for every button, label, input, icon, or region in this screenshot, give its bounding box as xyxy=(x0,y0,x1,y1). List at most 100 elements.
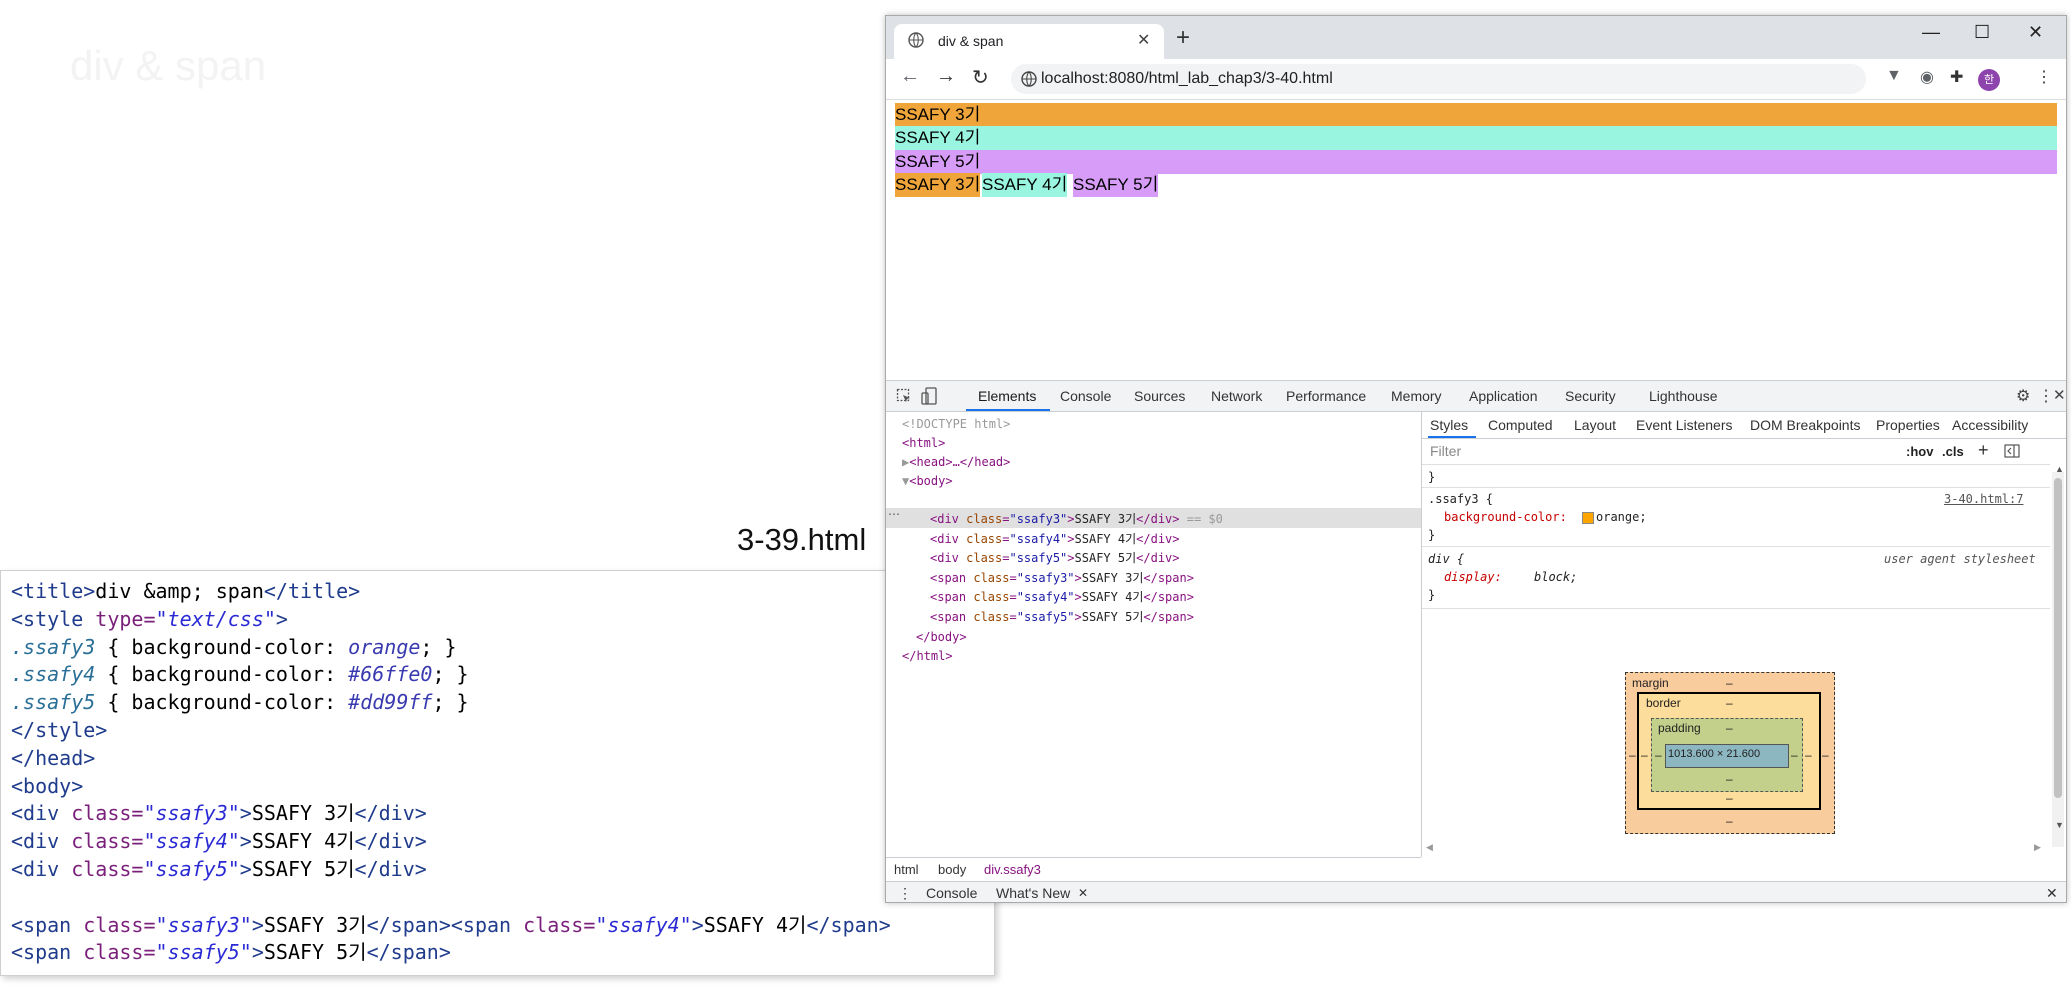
rule-ssafy3-selector[interactable]: .ssafy3 { xyxy=(1428,492,1493,506)
div-block-3: SSAFY 3기 xyxy=(895,103,2057,127)
rule-close-brace: } xyxy=(1428,470,1436,484)
padding-bottom-value: – xyxy=(1726,772,1733,786)
new-rule-button[interactable]: + xyxy=(1978,440,1989,461)
styles-tab-bar: Styles Computed Layout Event Listeners DOM B… xyxy=(1422,412,2066,439)
code-line: </head> xyxy=(11,745,96,770)
drawer-tab-console[interactable]: Console xyxy=(926,885,977,901)
profile-avatar[interactable]: 한 xyxy=(1978,69,2000,91)
styles-tab-accessibility[interactable]: Accessibility xyxy=(1952,417,2028,433)
devtools-menu-icon[interactable]: ⋮ xyxy=(2038,386,2054,406)
close-drawer-icon[interactable]: ✕ xyxy=(2046,885,2058,902)
class-toggle[interactable]: .cls xyxy=(1942,444,1964,459)
breadcrumb-div-ssafy3[interactable]: div.ssafy3 xyxy=(984,862,1041,877)
tab-security[interactable]: Security xyxy=(1565,388,1616,404)
styles-tab-dom-breakpoints[interactable]: DOM Breakpoints xyxy=(1750,417,1860,433)
rule-ssafy3-property[interactable]: background-color: xyxy=(1444,510,1567,524)
styles-tab-layout[interactable]: Layout xyxy=(1574,417,1616,433)
color-swatch-icon[interactable] xyxy=(1582,512,1594,524)
scroll-left-icon[interactable]: ◀ xyxy=(1426,842,1433,853)
scroll-up-icon[interactable]: ▲ xyxy=(2055,464,2064,474)
puzzle-icon[interactable]: ✚ xyxy=(1950,67,1963,87)
code-line: <style type="text/css"> xyxy=(11,606,288,631)
slide-file-label: 3-39.html xyxy=(737,522,867,557)
styles-filter-input[interactable]: Filter xyxy=(1430,443,1461,459)
tab-application[interactable]: Application xyxy=(1469,388,1538,404)
code-line: <div class="ssafy3">SSAFY 3기</div> xyxy=(11,801,427,826)
styles-tab-computed[interactable]: Computed xyxy=(1488,417,1553,433)
drawer-menu-icon[interactable]: ⋮ xyxy=(898,885,912,902)
rule-div-value: block; xyxy=(1534,570,1578,584)
code-line: <div class="ssafy5">SSAFY 5기</div> xyxy=(11,857,427,881)
devtools-tab-bar: Elements Console Sources Network Performance… xyxy=(886,381,2066,412)
rule-ssafy3-source-link[interactable]: 3-40.html:7 xyxy=(1944,492,2023,506)
tab-lighthouse[interactable]: Lighthouse xyxy=(1649,388,1718,404)
styles-tab-styles[interactable]: Styles xyxy=(1430,417,1468,433)
div-block-5: SSAFY 5기 xyxy=(895,149,2057,174)
body-node[interactable]: ▼<body> xyxy=(902,472,953,491)
html-node[interactable]: <html> xyxy=(902,434,945,453)
styles-active-indicator xyxy=(1428,436,1476,438)
settings-gear-icon[interactable]: ⚙ xyxy=(2016,386,2030,406)
close-window-button[interactable]: ✕ xyxy=(2028,22,2043,43)
browser-tab[interactable]: div & span ✕ xyxy=(894,24,1164,59)
margin-left-value: – xyxy=(1629,748,1636,762)
extension-icon[interactable]: ◉ xyxy=(1920,67,1934,87)
elements-tree: ⋯ <!DOCTYPE html> <html> ▶<head>…</head> ▼<… xyxy=(886,412,1422,857)
tab-memory[interactable]: Memory xyxy=(1391,388,1442,404)
code-line: <title>div &amp; span</title> xyxy=(11,579,361,603)
new-tab-button[interactable]: + xyxy=(1176,24,1190,52)
html-close-node[interactable]: </html> xyxy=(902,647,953,666)
vuetify-extension-icon[interactable]: ▼ xyxy=(1886,67,1902,85)
tab-sources[interactable]: Sources xyxy=(1134,388,1185,404)
menu-kebab-icon[interactable]: ⋮ xyxy=(2036,67,2052,87)
code-line: .ssafy4 { background-color: #66ffe0; } xyxy=(11,662,469,687)
maximize-button[interactable]: ☐ xyxy=(1974,22,1990,43)
drawer-tab-close-icon[interactable]: ✕ xyxy=(1078,886,1088,900)
tab-elements[interactable]: Elements xyxy=(978,388,1036,404)
div-ssafy5-node[interactable]: <div class="ssafy5">SSAFY 5기</div> xyxy=(930,549,1180,568)
breadcrumb-html[interactable]: html xyxy=(894,862,919,877)
minimize-button[interactable]: — xyxy=(1922,22,1940,43)
hover-state-toggle[interactable]: :hov xyxy=(1906,444,1933,459)
devtools-panel: Elements Console Sources Network Performance… xyxy=(886,380,2066,902)
site-info-icon[interactable] xyxy=(1021,71,1037,87)
tab-network[interactable]: Network xyxy=(1211,388,1262,404)
doctype-node[interactable]: <!DOCTYPE html> xyxy=(902,415,1010,434)
div-ssafy4-node[interactable]: <div class="ssafy4">SSAFY 4기</div> xyxy=(930,530,1180,549)
tab-performance[interactable]: Performance xyxy=(1286,388,1366,404)
span-ssafy5-node[interactable]: <span class="ssafy5">SSAFY 5기</span> xyxy=(930,608,1194,627)
address-bar[interactable]: localhost:8080/html_lab_chap3/3-40.html xyxy=(1011,64,1866,94)
styles-scroll-thumb[interactable] xyxy=(2054,478,2062,798)
body-close-node[interactable]: </body> xyxy=(916,628,967,647)
globe-icon xyxy=(908,32,924,48)
styles-tab-properties[interactable]: Properties xyxy=(1876,417,1940,433)
slide-title: div & span xyxy=(70,42,267,89)
span-ssafy3-node[interactable]: <span class="ssafy3">SSAFY 3기</span> xyxy=(930,569,1194,588)
div-ssafy3-node[interactable]: <div class="ssafy3">SSAFY 3기</div> == $0 xyxy=(930,510,1223,529)
head-node[interactable]: ▶<head>…</head> xyxy=(902,453,1010,472)
toggle-sidebar-icon[interactable] xyxy=(2004,444,2020,458)
margin-bottom-value: – xyxy=(1726,814,1733,828)
forward-arrow-icon[interactable]: → xyxy=(936,65,956,88)
back-arrow-icon[interactable]: ← xyxy=(900,65,920,88)
scroll-down-icon[interactable]: ▼ xyxy=(2055,820,2064,830)
device-toolbar-icon[interactable] xyxy=(921,387,937,405)
tab-console[interactable]: Console xyxy=(1060,388,1111,404)
styles-tab-event-listeners[interactable]: Event Listeners xyxy=(1636,417,1733,433)
node-actions-icon[interactable]: ⋯ xyxy=(888,507,900,521)
margin-right-value: – xyxy=(1822,748,1829,762)
margin-label: margin xyxy=(1632,676,1669,690)
rule-div-close: } xyxy=(1428,588,1436,602)
reload-icon[interactable]: ↻ xyxy=(972,65,989,90)
scroll-right-icon[interactable]: ▶ xyxy=(2034,842,2041,853)
span-ssafy4-node[interactable]: <span class="ssafy4">SSAFY 4기</span> xyxy=(930,588,1194,607)
drawer-tab-whats-new[interactable]: What's New xyxy=(996,885,1070,901)
tab-close-icon[interactable]: ✕ xyxy=(1137,30,1150,50)
code-line: </style> xyxy=(11,718,108,742)
breadcrumb-body[interactable]: body xyxy=(938,862,966,877)
close-devtools-icon[interactable]: ✕ xyxy=(2053,386,2066,404)
active-tab-indicator xyxy=(966,409,1050,411)
rule-div-source: user agent stylesheet xyxy=(1884,552,2036,566)
rule-ssafy3-value[interactable]: orange; xyxy=(1596,510,1647,524)
inspect-element-icon[interactable] xyxy=(896,388,912,404)
